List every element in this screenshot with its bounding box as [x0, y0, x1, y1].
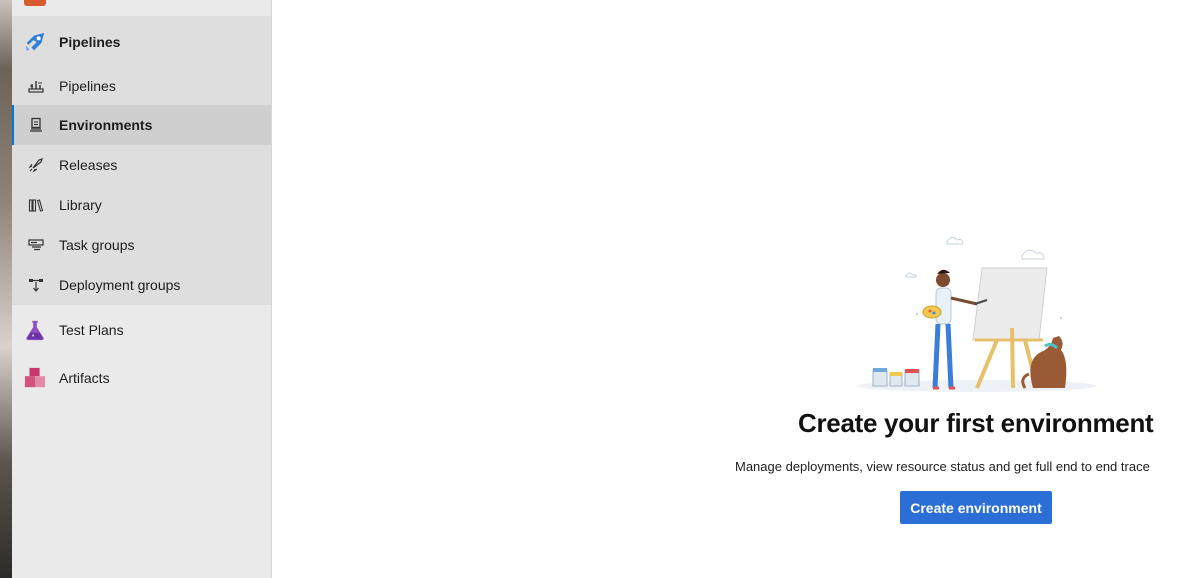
sidebar-hub-label: Test Plans — [59, 322, 124, 338]
sidebar-item-label: Task groups — [59, 237, 135, 253]
empty-state-title: Create your first environment — [798, 408, 1154, 438]
sidebar-item-library[interactable]: Library — [12, 185, 271, 225]
sidebar-item-releases[interactable]: Releases — [12, 145, 271, 185]
artifacts-icon — [24, 367, 46, 389]
empty-state-description: Manage deployments, view resource status… — [735, 459, 1150, 474]
sidebar-item-pipelines[interactable]: Pipelines — [12, 66, 271, 106]
library-icon — [27, 196, 45, 214]
sidebar-item-label: Library — [59, 197, 102, 213]
app-root: Pipelines Pipelines Environments Release… — [0, 0, 1182, 578]
deployment-groups-icon — [27, 276, 45, 294]
background-window-strip — [0, 0, 12, 578]
sidebar-section-title: Pipelines — [59, 34, 121, 50]
sidebar-hub-artifacts[interactable]: Artifacts — [12, 356, 271, 400]
sidebar-hub-label: Artifacts — [59, 370, 110, 386]
sidebar-item-task-groups[interactable]: Task groups — [12, 225, 271, 265]
sidebar-item-overview-partial[interactable] — [12, 0, 271, 16]
overview-icon — [24, 0, 46, 6]
pipelines-group: Pipelines Pipelines Environments Release… — [12, 16, 271, 305]
pipelines-icon — [27, 77, 45, 95]
sidebar-item-environments[interactable]: Environments — [12, 105, 271, 145]
create-environment-button[interactable]: Create environment — [900, 491, 1052, 524]
sidebar-item-label: Pipelines — [59, 78, 116, 94]
empty-state-illustration — [847, 228, 1107, 394]
rocket-icon — [27, 156, 45, 174]
main-content: Create your first environment Manage dep… — [272, 0, 1182, 578]
task-groups-icon — [27, 236, 45, 254]
sidebar-hub-test-plans[interactable]: Test Plans — [12, 308, 271, 352]
sidebar: Pipelines Pipelines Environments Release… — [12, 0, 272, 578]
flask-icon — [24, 319, 46, 341]
pipelines-hub-icon — [24, 31, 46, 53]
sidebar-section-pipelines[interactable]: Pipelines — [12, 24, 271, 60]
sidebar-item-label: Environments — [59, 117, 153, 133]
sidebar-item-label: Releases — [59, 157, 118, 173]
environments-icon — [27, 116, 45, 134]
sidebar-item-label: Deployment groups — [59, 277, 181, 293]
sidebar-item-deployment-groups[interactable]: Deployment groups — [12, 265, 271, 305]
